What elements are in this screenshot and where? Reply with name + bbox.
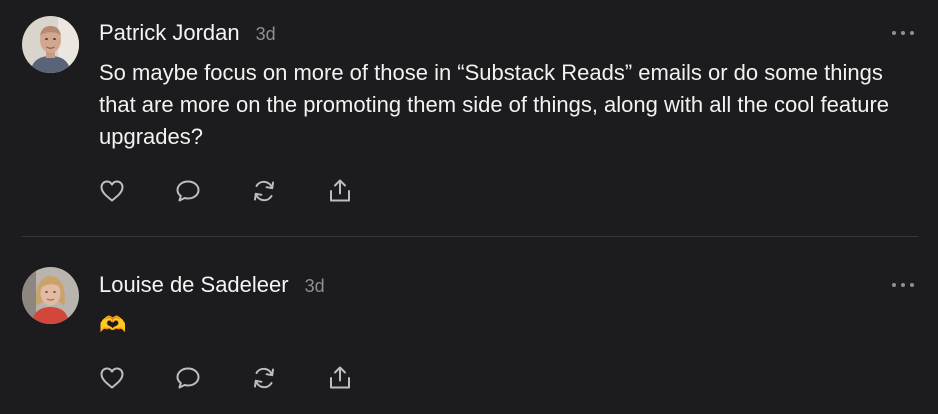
dot	[910, 31, 914, 35]
dot	[892, 283, 896, 287]
person-avatar-icon	[22, 16, 79, 73]
share-icon	[330, 366, 350, 389]
dot	[901, 283, 905, 287]
comment-header: Patrick Jordan 3d	[99, 20, 276, 46]
dot	[910, 283, 914, 287]
comment-icon	[176, 180, 200, 202]
comment-actions	[98, 364, 402, 392]
share-icon	[330, 179, 350, 202]
timestamp[interactable]: 3d	[305, 276, 325, 297]
share-button[interactable]	[326, 177, 354, 205]
heart-icon	[100, 367, 124, 389]
avatar[interactable]	[22, 16, 79, 73]
share-button[interactable]	[326, 364, 354, 392]
restack-button[interactable]	[250, 177, 278, 205]
comment-item: Louise de Sadeleer 3d 🫶	[0, 237, 938, 414]
author-name[interactable]: Louise de Sadeleer	[99, 272, 289, 298]
restack-button[interactable]	[250, 364, 278, 392]
like-button[interactable]	[98, 177, 126, 205]
dot	[892, 31, 896, 35]
person-avatar-icon	[22, 267, 79, 324]
comment-icon	[176, 367, 200, 389]
restack-icon	[254, 367, 274, 389]
comment-body: 🫶	[99, 312, 127, 337]
more-options-icon[interactable]	[892, 281, 914, 289]
author-name[interactable]: Patrick Jordan	[99, 20, 240, 46]
comment-header: Louise de Sadeleer 3d	[99, 272, 325, 298]
heart-icon	[100, 180, 124, 202]
like-button[interactable]	[98, 364, 126, 392]
dot	[901, 31, 905, 35]
comment-item: Patrick Jordan 3d So maybe focus on more…	[0, 0, 938, 236]
comment-body: So maybe focus on more of those in “Subs…	[99, 60, 890, 149]
restack-icon	[254, 180, 274, 202]
reply-button[interactable]	[174, 364, 202, 392]
timestamp[interactable]: 3d	[256, 24, 276, 45]
comment-actions	[98, 177, 402, 205]
reply-button[interactable]	[174, 177, 202, 205]
avatar[interactable]	[22, 267, 79, 324]
more-options-icon[interactable]	[892, 29, 914, 37]
